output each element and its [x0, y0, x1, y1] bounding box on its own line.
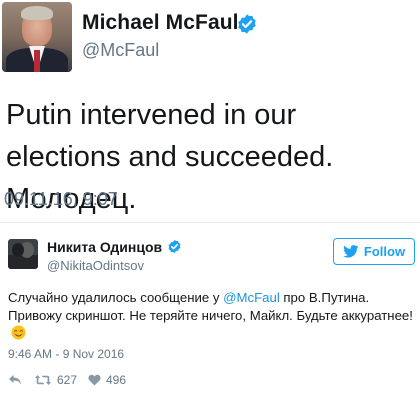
heart-icon [88, 374, 101, 386]
reply-button[interactable] [8, 374, 34, 386]
retweet-icon [35, 375, 51, 385]
embedded-tweet-text: Случайно удалилось сообщение у @McFaul п… [8, 289, 413, 343]
smiling-face-emoji [11, 325, 26, 340]
verified-badge-icon [238, 14, 256, 34]
like-button[interactable]: 496 [88, 373, 126, 387]
author-handle[interactable]: @McFaul [82, 40, 159, 61]
mention-link[interactable]: @McFaul [223, 290, 280, 305]
tweet-text-part: Случайно удалилось сообщение у [8, 290, 224, 305]
retweet-count: 627 [57, 373, 78, 387]
tweet-timestamp[interactable]: 09.11.16, 9:07 [4, 189, 118, 210]
verified-badge-icon [168, 239, 181, 254]
reply-icon [9, 375, 21, 385]
retweet-button[interactable]: 627 [34, 373, 88, 387]
author-avatar[interactable] [2, 2, 72, 72]
tweet-actions: 627 496 [8, 373, 126, 387]
author-name[interactable]: Michael McFaul [82, 11, 239, 35]
like-count: 496 [106, 373, 127, 387]
embedded-author-handle[interactable]: @NikitaOdintsov [47, 258, 144, 273]
divider [0, 222, 420, 223]
embedded-tweet-timestamp[interactable]: 9:46 AM - 9 Nov 2016 [8, 347, 124, 361]
embedded-author-name[interactable]: Никита Одинцов [47, 239, 162, 255]
embedded-author-avatar[interactable] [8, 239, 38, 269]
follow-button[interactable]: Follow [333, 238, 415, 265]
follow-label: Follow [363, 244, 406, 259]
twitter-bird-icon [343, 245, 359, 258]
